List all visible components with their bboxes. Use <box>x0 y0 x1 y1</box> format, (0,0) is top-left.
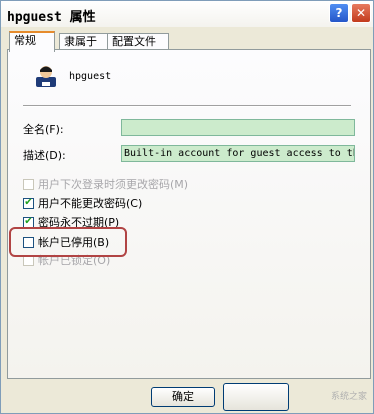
must-change-password-checkbox[interactable]: 用户下次登录时须更改密码(M) <box>23 177 188 191</box>
fullname-label: 全名(F): <box>23 123 64 136</box>
close-button[interactable]: ✕ <box>351 3 371 23</box>
description-field[interactable]: Built-in account for guest access to the <box>121 145 355 162</box>
help-button[interactable]: ? <box>329 3 349 23</box>
cannot-change-password-checkbox[interactable]: ✔ 用户不能更改密码(C) <box>23 196 142 210</box>
watermark: 系统之家 <box>331 392 368 402</box>
ok-button[interactable]: 确定 <box>151 387 215 407</box>
checkbox-box[interactable]: ✔ <box>23 197 34 209</box>
window-title: hpguest 属性 <box>7 10 96 25</box>
checkbox-label: 用户下次登录时须更改密码(M) <box>38 178 189 191</box>
tab-profile[interactable]: 配置文件 <box>107 33 169 50</box>
tab-member-of[interactable]: 隶属于 <box>59 33 109 50</box>
user-name: hpguest <box>69 71 112 82</box>
checkbox-box[interactable] <box>23 178 34 190</box>
tab-general[interactable]: 常规 <box>9 31 55 52</box>
user-avatar-icon <box>36 66 56 87</box>
divider <box>23 105 351 107</box>
fullname-field[interactable] <box>121 119 355 136</box>
checkbox-box[interactable]: ✔ <box>23 216 34 228</box>
title-bar[interactable]: hpguest 属性 ? ✕ <box>1 1 373 27</box>
annotation-highlight <box>9 227 127 257</box>
description-label: 描述(D): <box>23 149 66 162</box>
properties-dialog: hpguest 属性 ? ✕ 常规 隶属于 配置文件 hpguest 全名(F)… <box>0 0 374 414</box>
checkbox-label: 用户不能更改密码(C) <box>38 197 143 210</box>
next-button[interactable] <box>223 383 289 411</box>
